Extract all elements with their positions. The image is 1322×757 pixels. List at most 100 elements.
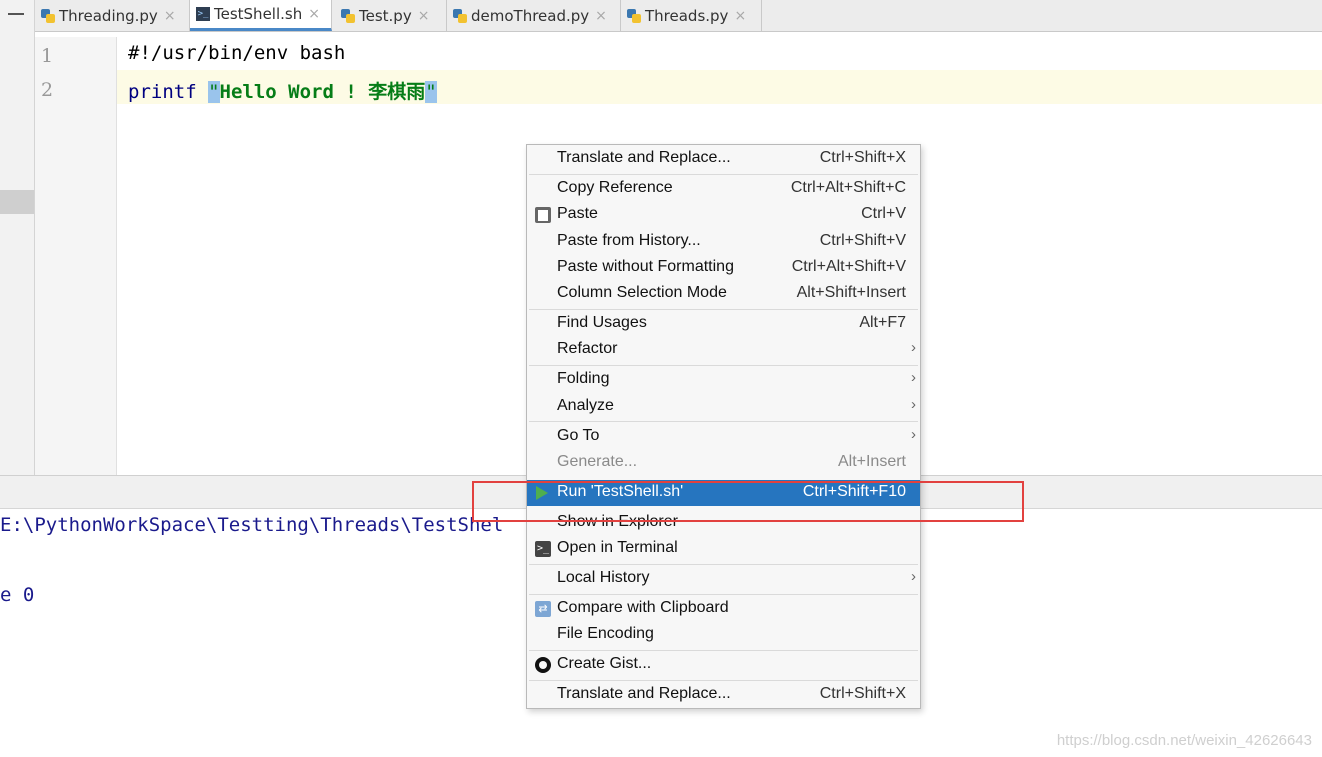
line-number: 1 [41,45,54,67]
menu-label: Go To [557,427,600,444]
code-line-2[interactable]: printf "Hello Word ! 李棋雨" [128,77,437,104]
tab-label: TestShell.sh [214,5,303,23]
menu-item-create-gist[interactable]: Create Gist... [527,652,920,678]
submenu-arrow-icon: › [911,568,916,585]
editor-tab-bar: Threading.py × >_ TestShell.sh × Test.py… [35,0,1322,32]
menu-shortcut: Ctrl+Alt+Shift+V [791,258,906,275]
printf-keyword: printf [128,81,197,103]
menu-label: Find Usages [557,314,647,331]
submenu-arrow-icon: › [911,339,916,356]
menu-shortcut: Ctrl+Shift+V [819,232,906,249]
tab-label: Threads.py [645,6,729,25]
menu-separator [529,650,918,651]
menu-label: Open in Terminal [557,539,678,556]
menu-item-compare-clipboard[interactable]: ⇄ Compare with Clipboard [527,596,920,622]
menu-item-file-encoding[interactable]: File Encoding [527,622,920,648]
menu-label: Column Selection Mode [557,284,727,301]
menu-label: Create Gist... [557,655,652,672]
string-literal: Hello Word ! 李棋雨 [219,81,426,103]
run-output-path: E:\PythonWorkSpace\Testting\Threads\Test… [0,514,504,536]
tab-label: Threading.py [59,6,158,25]
menu-shortcut: Alt+Insert [837,453,906,470]
menu-separator [529,421,918,422]
menu-shortcut: Ctrl+Shift+X [819,149,906,166]
menu-item-generate[interactable]: Generate... Alt+Insert [527,450,920,476]
tab-label: Test.py [359,6,412,25]
code-line-1[interactable]: #!/usr/bin/env bash [128,42,345,64]
menu-item-column-selection[interactable]: Column Selection Mode Alt+Shift+Insert [527,281,920,307]
submenu-arrow-icon: › [911,369,916,386]
menu-label: Generate... [557,453,638,470]
tool-strip-selection [0,190,34,214]
menu-label: Translate and Replace... [557,685,731,702]
quote-open: " [208,81,220,103]
clipboard-icon [535,207,551,223]
menu-item-paste[interactable]: Paste Ctrl+V [527,202,920,228]
python-file-icon [41,8,55,23]
tab-demothread[interactable]: demoThread.py × [447,0,621,31]
menu-item-go-to[interactable]: Go To › [527,424,920,450]
github-icon [535,657,551,673]
menu-shortcut: Ctrl+V [861,205,906,222]
close-icon[interactable]: × [164,8,176,24]
menu-shortcut: Ctrl+Shift+X [819,685,906,702]
menu-shortcut: Alt+F7 [859,314,906,331]
menu-item-paste-without-formatting[interactable]: Paste without Formatting Ctrl+Alt+Shift+… [527,255,920,281]
menu-item-copy-reference[interactable]: Copy Reference Ctrl+Alt+Shift+C [527,176,920,202]
tab-threads[interactable]: Threads.py × [621,0,762,31]
menu-label: Analyze [557,397,614,414]
menu-label: Translate and Replace... [557,149,731,166]
quote-close: " [425,81,437,103]
menu-item-paste-history[interactable]: Paste from History... Ctrl+Shift+V [527,229,920,255]
menu-item-refactor[interactable]: Refactor › [527,337,920,363]
compare-icon: ⇄ [535,601,551,617]
shell-file-icon: >_ [196,7,210,21]
menu-separator [529,309,918,310]
menu-separator [529,564,918,565]
menu-label: Refactor [557,340,618,357]
menu-item-translate-replace-2[interactable]: Translate and Replace... Ctrl+Shift+X [527,682,920,708]
submenu-arrow-icon: › [911,426,916,443]
close-icon[interactable]: × [418,8,430,24]
terminal-icon: >_ [535,541,551,557]
python-file-icon [453,8,467,23]
close-icon[interactable]: × [734,8,746,24]
close-icon[interactable]: × [595,8,607,24]
menu-label: File Encoding [557,625,654,642]
tab-test[interactable]: Test.py × [335,0,447,31]
menu-label: Folding [557,370,610,387]
run-output-exit: e 0 [0,584,35,606]
watermark: https://blog.csdn.net/weixin_42626643 [1056,732,1312,749]
menu-item-analyze[interactable]: Analyze › [527,394,920,420]
annotation-highlight-box [472,481,1024,522]
menu-separator [529,365,918,366]
menu-separator [529,174,918,175]
menu-item-open-in-terminal[interactable]: >_ Open in Terminal [527,536,920,562]
close-icon[interactable]: × [308,6,320,22]
line-number: 2 [41,79,54,101]
menu-separator [529,680,918,681]
submenu-arrow-icon: › [911,396,916,413]
menu-label: Paste without Formatting [557,258,734,275]
menu-label: Paste [557,205,598,222]
menu-shortcut: Alt+Shift+Insert [796,284,906,301]
tab-threading[interactable]: Threading.py × [35,0,190,31]
menu-label: Local History [557,569,650,586]
menu-item-translate-replace[interactable]: Translate and Replace... Ctrl+Shift+X [527,146,920,172]
menu-label: Paste from History... [557,232,701,249]
menu-item-find-usages[interactable]: Find Usages Alt+F7 [527,311,920,337]
line-number-gutter: 1 2 [35,37,117,475]
python-file-icon [627,8,641,23]
menu-label: Copy Reference [557,179,673,196]
menu-label: Compare with Clipboard [557,599,729,616]
menu-separator [529,594,918,595]
tab-testshell[interactable]: >_ TestShell.sh × [190,0,332,31]
left-tool-strip [0,0,35,475]
menu-item-folding[interactable]: Folding › [527,367,920,393]
menu-shortcut: Ctrl+Alt+Shift+C [790,179,906,196]
editor-context-menu: Translate and Replace... Ctrl+Shift+X Co… [526,144,921,709]
menu-item-local-history[interactable]: Local History › [527,566,920,592]
python-file-icon [341,8,355,23]
tab-label: demoThread.py [471,6,590,25]
minimize-icon[interactable] [8,13,24,15]
